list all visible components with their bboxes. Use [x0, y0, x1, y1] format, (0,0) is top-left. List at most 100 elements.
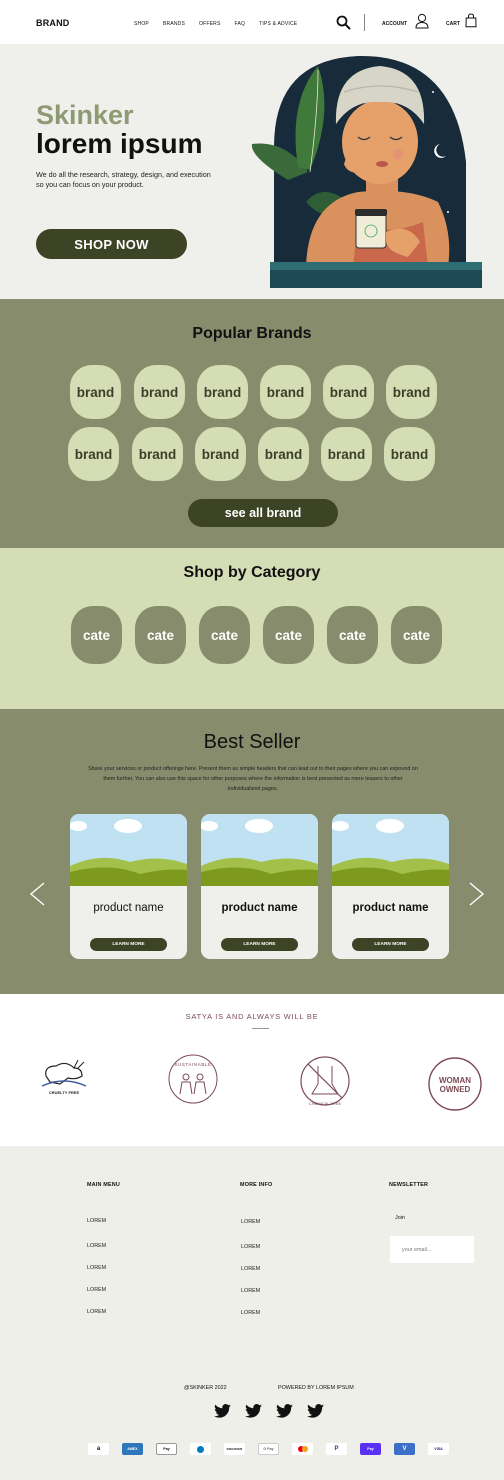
diners-icon — [190, 1443, 211, 1455]
brand-chip[interactable]: brand — [258, 427, 309, 481]
category-chip[interactable]: cate — [71, 606, 122, 664]
category-chip[interactable]: cate — [327, 606, 378, 664]
brand-chip[interactable]: brand — [132, 427, 183, 481]
nav-link-shop[interactable]: SHOP — [134, 21, 149, 27]
product-image — [70, 814, 187, 886]
best-seller-section: Best Seller Share your services or produ… — [0, 709, 504, 994]
product-name: product name — [352, 902, 429, 914]
shopping-bag-icon[interactable] — [465, 13, 477, 28]
user-icon[interactable] — [415, 13, 429, 29]
carousel-prev-icon[interactable] — [28, 881, 46, 907]
woman-label: WOMAN — [439, 1076, 471, 1085]
nav-link-faq[interactable]: FAQ — [235, 21, 246, 27]
mastercard-icon — [292, 1443, 313, 1455]
top-nav: BRAND SHOP BRANDS OFFERS FAQ TIPS & ADVI… — [0, 0, 504, 44]
discover-icon: DISCOVER — [224, 1443, 245, 1455]
brand-chip[interactable]: brand — [321, 427, 372, 481]
visa-icon: VISA — [428, 1443, 449, 1455]
more-info-item[interactable]: LOREM — [241, 1266, 260, 1272]
brand-chip[interactable]: brand — [260, 365, 311, 419]
brand-row: brand brand brand brand brand brand — [68, 427, 440, 481]
amazon-pay-icon: a — [88, 1443, 109, 1455]
nav-link-brands[interactable]: BRANDS — [163, 21, 185, 27]
category-chip[interactable]: cate — [199, 606, 250, 664]
main-menu-item[interactable]: LOREM — [87, 1265, 106, 1271]
amex-icon: AMEX — [122, 1443, 143, 1455]
brand-chip[interactable]: brand — [195, 427, 246, 481]
nav-divider — [364, 14, 365, 31]
main-menu-item[interactable]: LOREM — [87, 1243, 106, 1249]
category-chip[interactable]: cate — [263, 606, 314, 664]
main-menu-item[interactable]: LOREM — [87, 1309, 106, 1315]
product-card[interactable]: product name LEARN MORE — [332, 814, 449, 959]
hero-description: We do all the research, strategy, design… — [36, 170, 211, 189]
newsletter-email-input[interactable] — [390, 1236, 474, 1263]
main-menu-heading: MAIN MENU — [87, 1182, 120, 1188]
more-info-item[interactable]: LOREM — [241, 1310, 260, 1316]
nav-links: SHOP BRANDS OFFERS FAQ TIPS & ADVICE — [134, 21, 297, 27]
more-info-heading: MORE INFO — [240, 1182, 273, 1188]
brand-chip[interactable]: brand — [197, 365, 248, 419]
product-name: product name — [93, 902, 164, 914]
brand-chip[interactable]: brand — [323, 365, 374, 419]
sustainable-label: SUSTAINABLE — [174, 1062, 211, 1067]
shop-now-button[interactable]: SHOP NOW — [36, 229, 187, 259]
cart-link[interactable]: CART — [446, 21, 460, 27]
brand-chip[interactable]: brand — [386, 365, 437, 419]
learn-more-button[interactable]: LEARN MORE — [221, 938, 298, 951]
payment-methods: a AMEX Pay DISCOVER G Pay P Pay V VISA — [88, 1443, 449, 1455]
main-menu-item[interactable]: LOREM — [87, 1287, 106, 1293]
brand-logo[interactable]: BRAND — [36, 18, 70, 28]
brand-chip[interactable]: brand — [70, 365, 121, 419]
brand-chip[interactable]: brand — [134, 365, 185, 419]
shop-pay-icon: Pay — [360, 1443, 381, 1455]
best-seller-title: Best Seller — [203, 731, 301, 753]
hero-kicker: Skinker — [36, 100, 134, 130]
more-info-item[interactable]: LOREM — [241, 1219, 260, 1225]
newsletter-heading: NEWSLETTER — [389, 1182, 429, 1188]
brand-grid: brand brand brand brand brand brand bran… — [68, 365, 440, 489]
brand-chip[interactable]: brand — [68, 427, 119, 481]
product-card[interactable]: product name LEARN MORE — [70, 814, 187, 959]
brand-chip[interactable]: brand — [384, 427, 435, 481]
values-title: SATYA IS AND ALWAYS WILL BE — [185, 1012, 319, 1021]
social-row — [214, 1404, 324, 1418]
popular-brands-section: Popular Brands brand brand brand brand b… — [0, 299, 504, 548]
values-section: SATYA IS AND ALWAYS WILL BE CRUELTY FREE… — [0, 994, 504, 1146]
twitter-icon[interactable] — [307, 1404, 324, 1418]
woman-owned-icon: WOMAN OWNED — [428, 1057, 482, 1111]
more-info-item[interactable]: LOREM — [241, 1288, 260, 1294]
popular-brands-title: Popular Brands — [192, 325, 312, 342]
shop-by-category-section: Shop by Category cate cate cate cate cat… — [0, 548, 504, 709]
nav-link-offers[interactable]: OFFERS — [199, 21, 220, 27]
copyright: @SKINKER 2022 — [184, 1385, 227, 1391]
category-chip[interactable]: cate — [135, 606, 186, 664]
newsletter-join-label: Join — [395, 1215, 405, 1221]
venmo-icon: V — [394, 1443, 415, 1455]
hero-section: Skinker lorem ipsum We do all the resear… — [0, 44, 504, 299]
category-chip[interactable]: cate — [391, 606, 442, 664]
owned-label: OWNED — [440, 1085, 471, 1094]
category-row: cate cate cate cate cate cate — [71, 606, 442, 664]
hero-title: lorem ipsum — [36, 128, 203, 159]
learn-more-button[interactable]: LEARN MORE — [352, 938, 429, 951]
more-info-item[interactable]: LOREM — [241, 1244, 260, 1250]
search-icon[interactable] — [336, 15, 351, 30]
product-image — [332, 814, 449, 886]
twitter-icon[interactable] — [245, 1404, 262, 1418]
twitter-icon[interactable] — [276, 1404, 293, 1418]
category-title: Shop by Category — [183, 564, 321, 581]
see-all-brands-button[interactable]: see all brand — [188, 499, 338, 527]
main-menu-item[interactable]: LOREM — [87, 1218, 106, 1224]
product-image — [201, 814, 318, 886]
twitter-icon[interactable] — [214, 1404, 231, 1418]
carousel-next-icon[interactable] — [468, 881, 486, 907]
powered-by: POWERED BY LOREM IPSUM — [278, 1385, 354, 1391]
account-link[interactable]: ACCOUNT — [382, 21, 407, 27]
learn-more-button[interactable]: LEARN MORE — [90, 938, 167, 951]
values-divider — [252, 1028, 269, 1029]
nav-link-tips[interactable]: TIPS & ADVICE — [259, 21, 297, 27]
product-card[interactable]: product name LEARN MORE — [201, 814, 318, 959]
product-name: product name — [221, 902, 298, 914]
hero-illustration — [251, 55, 482, 288]
